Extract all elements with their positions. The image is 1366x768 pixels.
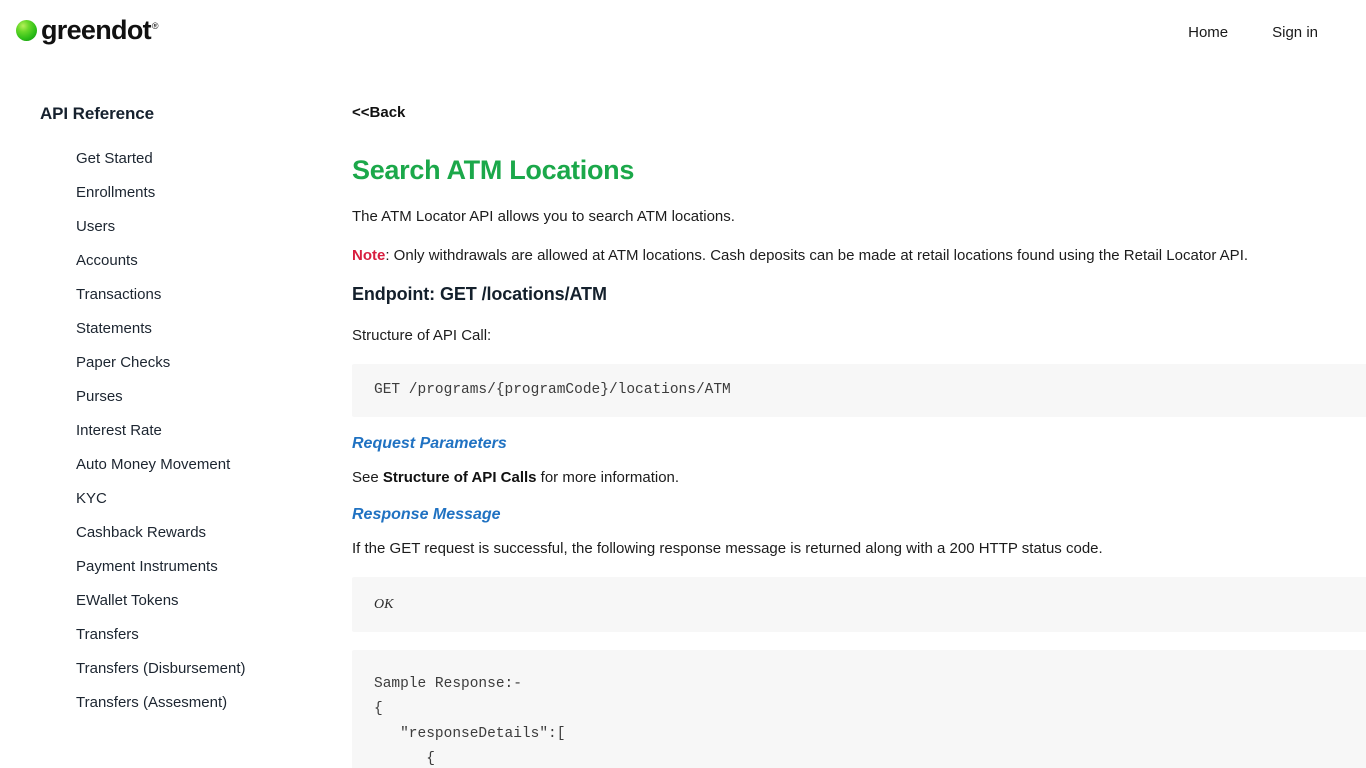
structure-of-api-calls-link[interactable]: Structure of API Calls <box>383 469 537 486</box>
intro-paragraph: The ATM Locator API allows you to search… <box>352 208 735 225</box>
endpoint-heading: Endpoint: GET /locations/ATM <box>352 284 607 304</box>
sidebar-item-transfers-disbursement[interactable]: Transfers (Disbursement) <box>0 652 300 686</box>
response-message-paragraph: If the GET request is successful, the fo… <box>352 540 1103 557</box>
sidebar-item-purses[interactable]: Purses <box>0 380 300 414</box>
structure-label: Structure of API Call: <box>352 327 492 344</box>
sidebar-item-enrollments[interactable]: Enrollments <box>0 176 300 210</box>
sidebar-item-users[interactable]: Users <box>0 210 300 244</box>
sidebar-nav-list: Get Started Enrollments Users Accounts T… <box>0 142 352 720</box>
sidebar-item-cashback-rewards[interactable]: Cashback Rewards <box>0 516 300 550</box>
request-parameters-heading: Request Parameters <box>352 435 507 452</box>
sidebar: API Reference Get Started Enrollments Us… <box>0 60 352 720</box>
sidebar-item-transfers-assesment[interactable]: Transfers (Assesment) <box>0 686 300 720</box>
brand-word-text: greendot <box>41 14 152 45</box>
note-paragraph: Note: Only withdrawals are allowed at AT… <box>352 245 1366 266</box>
status-code-block: OK <box>352 577 1366 632</box>
main-content: <<Back Search ATM Locations The ATM Loca… <box>352 60 1366 768</box>
sidebar-item-interest-rate[interactable]: Interest Rate <box>0 414 300 448</box>
sidebar-item-paper-checks[interactable]: Paper Checks <box>0 346 300 380</box>
sample-response-code-block: Sample Response:- { "responseDetails":[ … <box>352 650 1366 768</box>
page-title: Search ATM Locations <box>352 155 635 185</box>
site-header: greendot® Home Sign in <box>0 0 1366 60</box>
sidebar-item-get-started[interactable]: Get Started <box>0 142 300 176</box>
header-nav: Home Sign in <box>1188 24 1318 41</box>
sidebar-item-transactions[interactable]: Transactions <box>0 278 300 312</box>
page-layout: API Reference Get Started Enrollments Us… <box>0 60 1366 768</box>
brand-logo[interactable]: greendot® <box>16 14 159 45</box>
request-parameters-paragraph: See Structure of API Calls for more info… <box>352 467 1366 488</box>
nav-item-home[interactable]: Home <box>1188 24 1228 41</box>
response-message-heading: Response Message <box>352 506 501 523</box>
sidebar-item-ewallet-tokens[interactable]: EWallet Tokens <box>0 584 300 618</box>
api-call-code-block: GET /programs/{programCode}/locations/AT… <box>352 364 1366 417</box>
sidebar-item-accounts[interactable]: Accounts <box>0 244 300 278</box>
note-text: : Only withdrawals are allowed at ATM lo… <box>385 247 1249 264</box>
sidebar-item-payment-instruments[interactable]: Payment Instruments <box>0 550 300 584</box>
trademark-icon: ® <box>151 20 159 31</box>
for-more-information-text: for more information. <box>536 469 680 486</box>
sidebar-item-transfers[interactable]: Transfers <box>0 618 300 652</box>
sidebar-item-kyc[interactable]: KYC <box>0 482 300 516</box>
sidebar-item-auto-money-movement[interactable]: Auto Money Movement <box>0 448 300 482</box>
note-label: Note <box>352 247 386 264</box>
see-text: See <box>352 469 383 486</box>
sidebar-item-statements[interactable]: Statements <box>0 312 300 346</box>
back-link[interactable]: <<Back <box>352 104 405 121</box>
greendot-logo-icon <box>16 19 37 41</box>
nav-item-sign-in[interactable]: Sign in <box>1272 24 1318 41</box>
sidebar-title: API Reference <box>40 104 154 123</box>
brand-wordmark: greendot® <box>41 14 159 45</box>
